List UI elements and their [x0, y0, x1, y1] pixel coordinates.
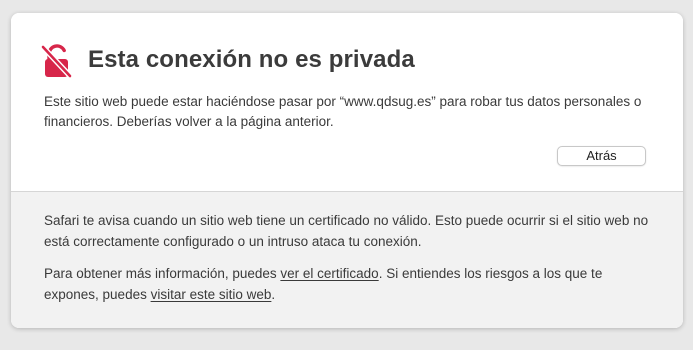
broken-lock-icon — [40, 44, 74, 79]
warning-header-section: Esta conexión no es privada Este sitio w… — [11, 13, 683, 192]
page-title: Esta conexión no es privada — [88, 46, 415, 73]
warning-description: Este sitio web puede estar haciéndose pa… — [44, 94, 642, 129]
more-info-prefix: Para obtener más información, puedes — [44, 266, 281, 281]
visit-site-link[interactable]: visitar este sitio web — [151, 287, 272, 302]
more-info-paragraph: Para obtener más información, puedes ver… — [44, 263, 659, 305]
back-button[interactable]: Atrás — [557, 146, 646, 166]
warning-panel: Esta conexión no es privada Este sitio w… — [11, 13, 683, 328]
details-section: Safari te avisa cuando un sitio web tien… — [11, 192, 683, 328]
certificate-explanation: Safari te avisa cuando un sitio web tien… — [44, 213, 649, 249]
more-info-suffix: . — [271, 287, 276, 302]
view-certificate-link[interactable]: ver el certificado — [280, 266, 378, 281]
